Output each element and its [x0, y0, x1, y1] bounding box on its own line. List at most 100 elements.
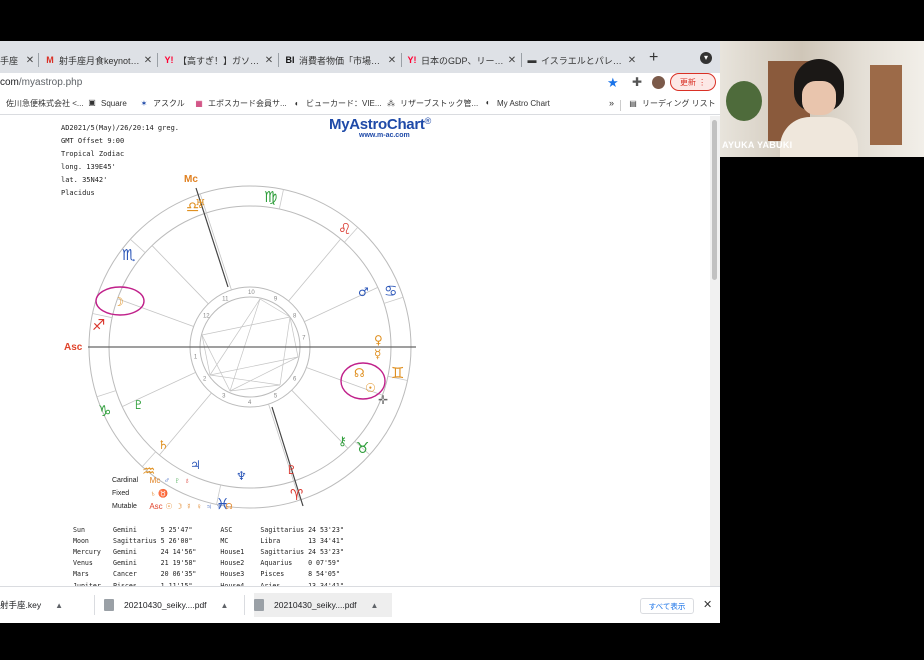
aspect-line: [209, 356, 299, 376]
positions-cell: 8 54'05": [308, 570, 340, 579]
tab-4[interactable]: BI 消費者物価「市場予想お ✕: [284, 47, 398, 73]
positions-cell: Mercury: [73, 547, 101, 556]
tab-6[interactable]: ▬ イスラエルとパレスチナ ✕: [526, 47, 638, 73]
house-number: 2: [203, 377, 207, 383]
logo-registered: ®: [424, 116, 432, 126]
house-number: 1: [194, 355, 198, 361]
bookmark-myastrochart[interactable]: ◐ My Astro Chart: [483, 98, 550, 108]
tab-3[interactable]: Y! 【高すぎ！】ガソリン価 ✕: [163, 47, 275, 73]
bookmark-star-icon[interactable]: ★: [607, 75, 619, 91]
plant: [726, 81, 762, 121]
tab-search-icon[interactable]: ▾: [700, 52, 712, 64]
page-content: AD2021/5(May)/26/20:14 greg. GMT Offset …: [0, 116, 720, 586]
globe-icon: ◐: [485, 98, 491, 107]
leo-sign-icon: ♌: [338, 220, 351, 238]
chevron-up-icon[interactable]: ▲: [55, 601, 63, 610]
close-icon[interactable]: ✕: [386, 55, 398, 66]
pdf-file-icon: [104, 599, 114, 611]
mercury-glyph-icon: ☿: [186, 502, 192, 511]
update-label: 更新: [679, 77, 696, 87]
yahoo-icon: Y!: [164, 55, 174, 65]
aspect-line: [201, 334, 231, 392]
bookmark-label: ビューカード：VIE...: [306, 99, 382, 108]
chevron-up-icon[interactable]: ▲: [221, 601, 229, 610]
bookmark-askul[interactable]: ✶ アスクル: [139, 98, 185, 109]
bookmark-label: My Astro Chart: [497, 98, 550, 108]
positions-cell: 24 53'23": [308, 525, 344, 534]
positions-cell: 24 53'23": [308, 547, 344, 556]
download-item[interactable]: 20210430_seiky....pdf ▲: [104, 593, 242, 617]
positions-table: Sun Gemini 5 25'47" ASC Sagittarius 24 53'23"…: [73, 524, 348, 586]
bookmark-reservestock[interactable]: ⁂ リザーブストック管...: [386, 98, 478, 109]
positions-row: Mercury Gemini 24 14'56" House1 Sagittarius 2…: [73, 546, 348, 557]
url-field[interactable]: com/myastrop.php: [0, 77, 82, 88]
tab-2[interactable]: M 射手座月食keynote - a ✕: [44, 47, 154, 73]
positions-cell: ASC: [220, 525, 233, 534]
node-glyph-icon: ☊: [225, 502, 233, 511]
aspect-line: [229, 298, 261, 392]
positions-row: Mars Cancer 20 06'35" House3 Pisces 8 54'05": [73, 569, 348, 580]
close-downloads-icon[interactable]: ✕: [703, 598, 712, 611]
download-item[interactable]: 射手座.key ▲: [0, 593, 92, 617]
gemini-sign-icon: ♊: [391, 364, 404, 382]
positions-cell: House1: [220, 547, 245, 556]
bookmarks-overflow-chevron-icon[interactable]: »: [609, 98, 614, 108]
bookmark-epos[interactable]: ▦ エポスカード会員サ...: [194, 98, 286, 109]
house-number: 5: [274, 394, 278, 400]
positions-cell: House2: [220, 559, 245, 568]
neptune-planet-icon: ♆: [236, 469, 247, 483]
bookmark-sagawa[interactable]: 佐川急便株式会社 <...: [6, 98, 84, 109]
profile-avatar-icon[interactable]: [652, 76, 665, 89]
pluto-glyph-icon: ♇: [174, 476, 180, 485]
tab-1[interactable]: 手座 ✕: [0, 47, 36, 73]
asc-glyph: Asc: [149, 502, 163, 511]
bookshelf: [870, 65, 902, 145]
show-all-downloads-button[interactable]: すべて表示: [640, 598, 694, 614]
house-number: 10: [248, 290, 255, 296]
positions-cell: Gemini: [113, 547, 137, 556]
asc-label: Asc: [64, 342, 83, 353]
sign-divider: [96, 390, 117, 398]
positions-row: Venus Gemini 21 19'58" House2 Aquarius 0 07'5…: [73, 558, 348, 569]
close-icon[interactable]: ✕: [263, 55, 275, 66]
extensions-puzzle-icon[interactable]: ✚: [632, 75, 642, 89]
north-node-icon: ☊: [354, 366, 365, 380]
bookmark-square[interactable]: ▣ Square: [87, 98, 127, 108]
close-icon[interactable]: ✕: [24, 55, 36, 66]
sign-divider: [278, 189, 284, 210]
reading-list-button[interactable]: ▤ リーディング リスト: [628, 98, 715, 109]
horoscope-wheel: Asc Mc ♍ ♌ ♋ ♊ ♉ ♈ ♓ ♒ ♑ ♐ ♏ ♎ ♂ ♀ ☿ ☊ ☉…: [64, 174, 416, 513]
aries-sign-icon: ♈: [290, 486, 303, 504]
close-icon[interactable]: ✕: [626, 55, 638, 66]
tab-title: 消費者物価「市場予想お: [299, 55, 384, 66]
venus-glyph-icon: ♀: [196, 502, 202, 511]
update-button[interactable]: 更新 ⋮: [670, 73, 716, 91]
positions-cell: House3: [220, 570, 245, 579]
chevron-up-icon[interactable]: ▲: [371, 601, 379, 610]
mars-planet-icon: ♂: [358, 285, 369, 299]
tab-5[interactable]: Y! 日本のGDP、リーマン ✕: [406, 47, 518, 73]
positions-cell: Moon: [73, 536, 89, 545]
house-number: 7: [302, 335, 306, 341]
mc-glyph: Mc: [149, 476, 161, 485]
scrollbar-thumb[interactable]: [712, 120, 717, 280]
close-icon[interactable]: ✕: [142, 55, 154, 66]
bookmark-viewcard[interactable]: ◐ ビューカード：VIE...: [292, 98, 382, 109]
downloads-bar: 射手座.key ▲ 20210430_seiky....pdf ▲ 202104…: [0, 586, 720, 623]
legend-row-fixed: Fixed ♄ ♉: [112, 487, 234, 500]
page-scrollbar[interactable]: [710, 116, 720, 586]
positions-cell: Libra: [260, 536, 281, 545]
close-icon[interactable]: ✕: [506, 55, 518, 66]
new-tab-button[interactable]: +: [649, 49, 658, 67]
legend-label: Cardinal: [112, 477, 139, 484]
house-cusp-line: [288, 238, 341, 302]
house-number: 12: [203, 313, 210, 319]
aspect-line: [209, 298, 261, 376]
positions-cell: 13 34'41": [308, 536, 344, 545]
participant-body: [780, 117, 858, 157]
positions-cell: Gemini: [113, 525, 137, 534]
download-filename: 20210430_seiky....pdf: [274, 600, 357, 610]
download-item[interactable]: 20210430_seiky....pdf ▲: [254, 593, 392, 617]
url-path: /myastrop.php: [18, 77, 83, 88]
legend-label: Mutable: [112, 503, 137, 510]
